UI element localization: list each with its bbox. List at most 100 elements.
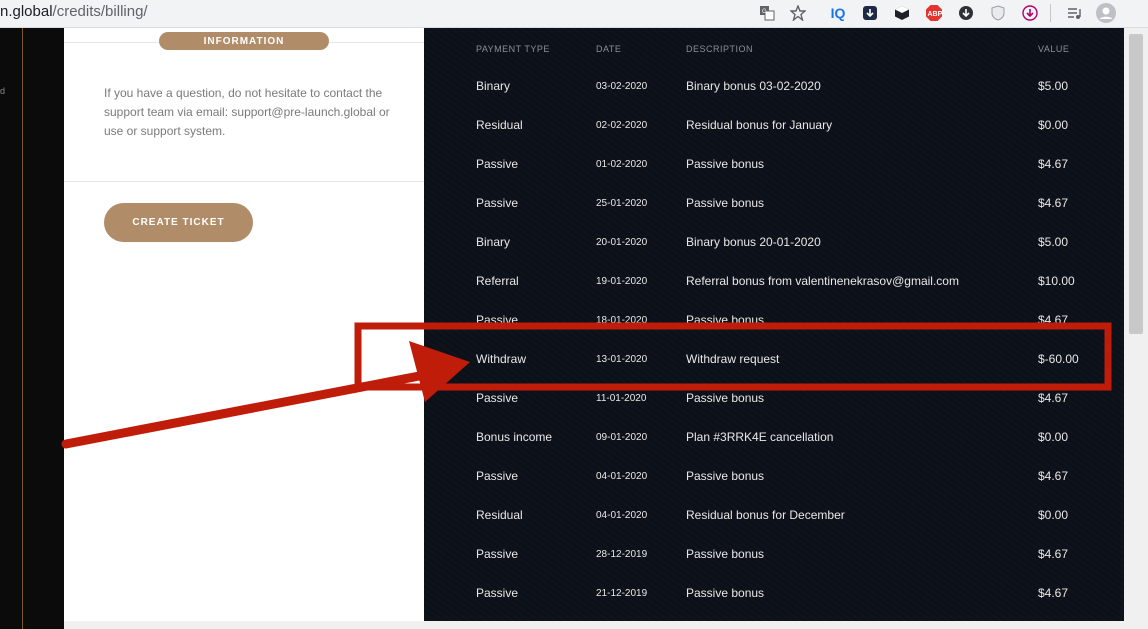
date-cell: 20-01-2020 — [596, 237, 648, 248]
table-row: Passive 21-12-2019 Passive bonus $4.67 — [424, 574, 1124, 613]
payment-type-cell: Passive — [476, 586, 519, 600]
horizontal-scrollbar[interactable] — [64, 621, 1124, 629]
iq-icon[interactable]: IQ — [828, 3, 848, 23]
value-cell: $4.67 — [1038, 547, 1069, 561]
date-cell: 18-01-2020 — [596, 315, 648, 326]
description-cell: Residual bonus for January — [686, 118, 833, 132]
svg-text:G: G — [762, 9, 767, 15]
description-cell: Passive bonus — [686, 469, 765, 483]
payment-type-cell: Passive — [476, 313, 519, 327]
table-row: Passive 28-12-2019 Passive bonus $4.67 — [424, 535, 1124, 574]
value-cell: $5.00 — [1038, 235, 1069, 249]
header-date: DATE — [596, 44, 622, 54]
payment-type-cell: Passive — [476, 469, 519, 483]
payment-type-cell: Binary — [476, 235, 511, 249]
header-value: VALUE — [1038, 44, 1070, 54]
description-cell: Passive bonus — [686, 313, 765, 327]
profile-icon[interactable] — [1096, 3, 1116, 23]
download-icon[interactable] — [860, 3, 880, 23]
date-cell: 03-02-2020 — [596, 81, 648, 92]
value-cell: $4.67 — [1038, 196, 1069, 210]
table-row: Referral 19-01-2020 Referral bonus from va… — [424, 262, 1124, 301]
table-row: Withdraw 13-01-2020 Withdraw request $-60.0… — [424, 340, 1124, 379]
description-cell: Passive bonus — [686, 586, 765, 600]
payment-type-cell: Passive — [476, 391, 519, 405]
translate-icon[interactable]: G — [757, 3, 777, 23]
table-row: Passive 18-01-2020 Passive bonus $4.67 — [424, 301, 1124, 340]
value-cell: $4.67 — [1038, 313, 1069, 327]
url-path: /credits/billing/ — [52, 3, 148, 20]
divider — [64, 181, 424, 182]
svg-text:ABP: ABP — [928, 11, 943, 18]
header-description: DESCRIPTION — [686, 44, 754, 54]
payment-type-cell: Passive — [476, 157, 519, 171]
value-cell: $4.67 — [1038, 391, 1069, 405]
table-row: Binary 20-01-2020 Binary bonus 20-01-2020 $… — [424, 223, 1124, 262]
payment-type-cell: Bonus income — [476, 430, 553, 444]
create-ticket-button[interactable]: CREATE TICKET — [104, 203, 253, 242]
table-row: Passive 01-02-2020 Passive bonus $4.67 — [424, 145, 1124, 184]
adblock-icon[interactable]: ABP — [924, 3, 944, 23]
date-cell: 25-01-2020 — [596, 198, 648, 209]
billing-table: PAYMENT TYPE DATE DESCRIPTION VALUE Bina… — [424, 28, 1124, 621]
value-cell: $5.00 — [1038, 79, 1069, 93]
description-cell: Referral bonus from valentinenekrasov@gm… — [686, 274, 959, 288]
scrollbar-thumb[interactable] — [1129, 34, 1143, 334]
download-pink-icon[interactable] — [1020, 3, 1040, 23]
value-cell: $0.00 — [1038, 118, 1069, 132]
table-row: Residual 02-02-2020 Residual bonus for Jan… — [424, 106, 1124, 145]
value-cell: $0.00 — [1038, 430, 1069, 444]
table-row: Bonus income 09-01-2020 Plan #3RRK4E cance… — [424, 418, 1124, 457]
information-panel: INFORMATION If you have a question, do n… — [64, 28, 424, 621]
cube-icon[interactable] — [892, 3, 912, 23]
payment-type-cell: Residual — [476, 508, 523, 522]
table-row: Passive 25-01-2020 Passive bonus $4.67 — [424, 184, 1124, 223]
date-cell: 11-01-2020 — [596, 393, 647, 404]
description-cell: Residual bonus for December — [686, 508, 845, 522]
payment-type-cell: Referral — [476, 274, 519, 288]
description-cell: Passive bonus — [686, 547, 765, 561]
url-field[interactable]: n.global/credits/billing/ — [0, 3, 148, 20]
value-cell: $4.67 — [1038, 586, 1069, 600]
star-icon[interactable] — [788, 3, 808, 23]
value-cell: $10.00 — [1038, 274, 1075, 288]
browser-address-bar: n.global/credits/billing/ G IQ ABP — [0, 0, 1148, 28]
description-cell: Passive bonus — [686, 196, 765, 210]
sidebar-fragment-text: d — [0, 86, 6, 96]
payment-type-cell: Binary — [476, 79, 511, 93]
payment-type-cell: Passive — [476, 547, 519, 561]
information-badge: INFORMATION — [159, 32, 329, 50]
toolbar-separator — [1050, 4, 1051, 22]
date-cell: 28-12-2019 — [596, 549, 648, 560]
date-cell: 13-01-2020 — [596, 354, 648, 365]
left-sidebar-strip: d — [0, 28, 64, 629]
value-cell: $-60.00 — [1038, 352, 1079, 366]
description-cell: Withdraw request — [686, 352, 780, 366]
date-cell: 04-01-2020 — [596, 471, 648, 482]
table-row: Binary 03-02-2020 Binary bonus 03-02-2020 $… — [424, 67, 1124, 106]
description-cell: Binary bonus 03-02-2020 — [686, 79, 821, 93]
description-cell: Passive bonus — [686, 157, 765, 171]
media-icon[interactable] — [1064, 3, 1084, 23]
description-cell: Passive bonus — [686, 391, 765, 405]
value-cell: $0.00 — [1038, 508, 1069, 522]
table-row: Passive 04-01-2020 Passive bonus $4.67 — [424, 457, 1124, 496]
url-host: n.global — [0, 3, 53, 20]
divider — [22, 28, 23, 629]
description-cell: Plan #3RRK4E cancellation — [686, 430, 834, 444]
description-cell: Binary bonus 20-01-2020 — [686, 235, 821, 249]
date-cell: 04-01-2020 — [596, 510, 648, 521]
payment-type-cell: Residual — [476, 118, 523, 132]
date-cell: 01-02-2020 — [596, 159, 648, 170]
date-cell: 19-01-2020 — [596, 276, 648, 287]
shield-icon[interactable] — [988, 3, 1008, 23]
date-cell: 02-02-2020 — [596, 120, 648, 131]
date-cell: 21-12-2019 — [596, 588, 648, 599]
table-row: Residual 04-01-2020 Residual bonus for Dec… — [424, 496, 1124, 535]
header-payment-type: PAYMENT TYPE — [476, 44, 550, 54]
value-cell: $4.67 — [1038, 469, 1069, 483]
payment-type-cell: Passive — [476, 196, 519, 210]
table-row: Passive 11-01-2020 Passive bonus $4.67 — [424, 379, 1124, 418]
download-circle-icon[interactable] — [956, 3, 976, 23]
payment-type-cell: Withdraw — [476, 352, 527, 366]
